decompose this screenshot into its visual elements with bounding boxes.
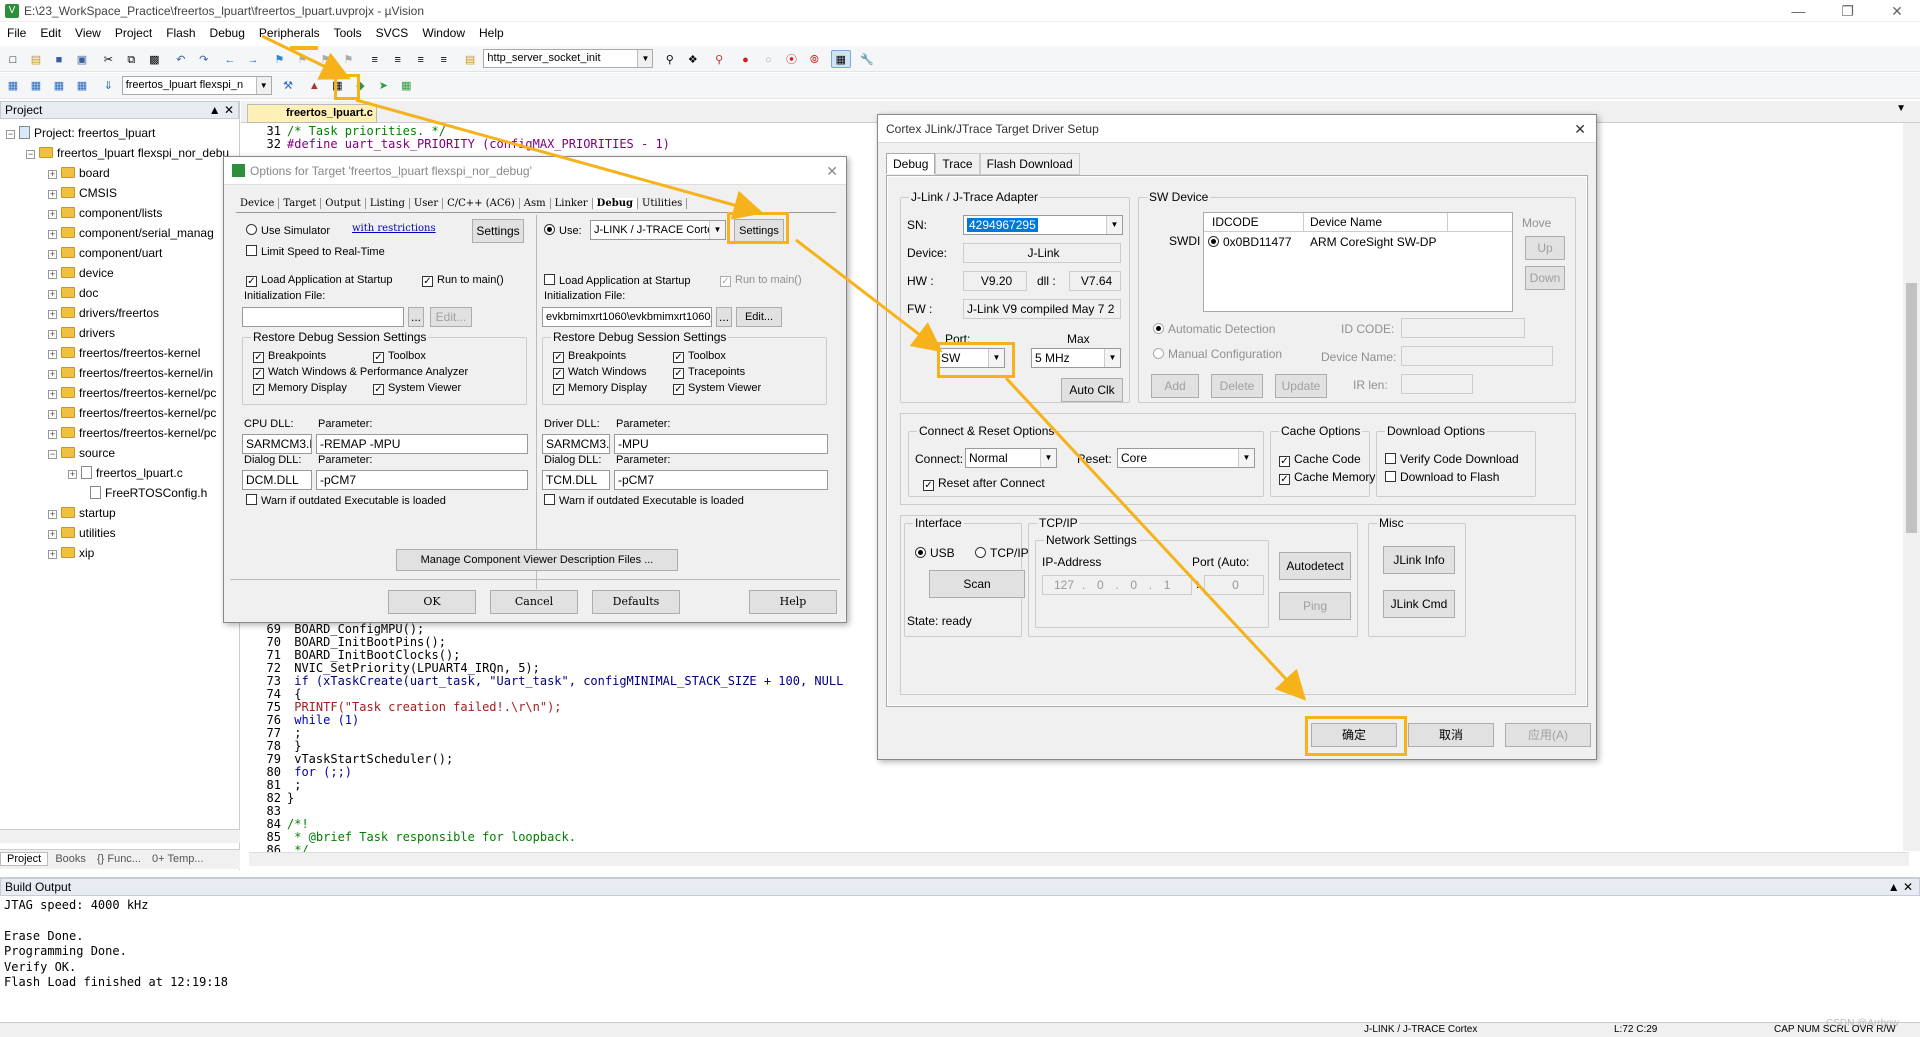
annotation-arrows (261, 34, 1307, 701)
arrow-to-port (795, 238, 943, 353)
arrow-to-ok (1004, 376, 1307, 701)
arrow-to-settings (355, 98, 764, 220)
arrow-to-options-icon (261, 34, 351, 80)
